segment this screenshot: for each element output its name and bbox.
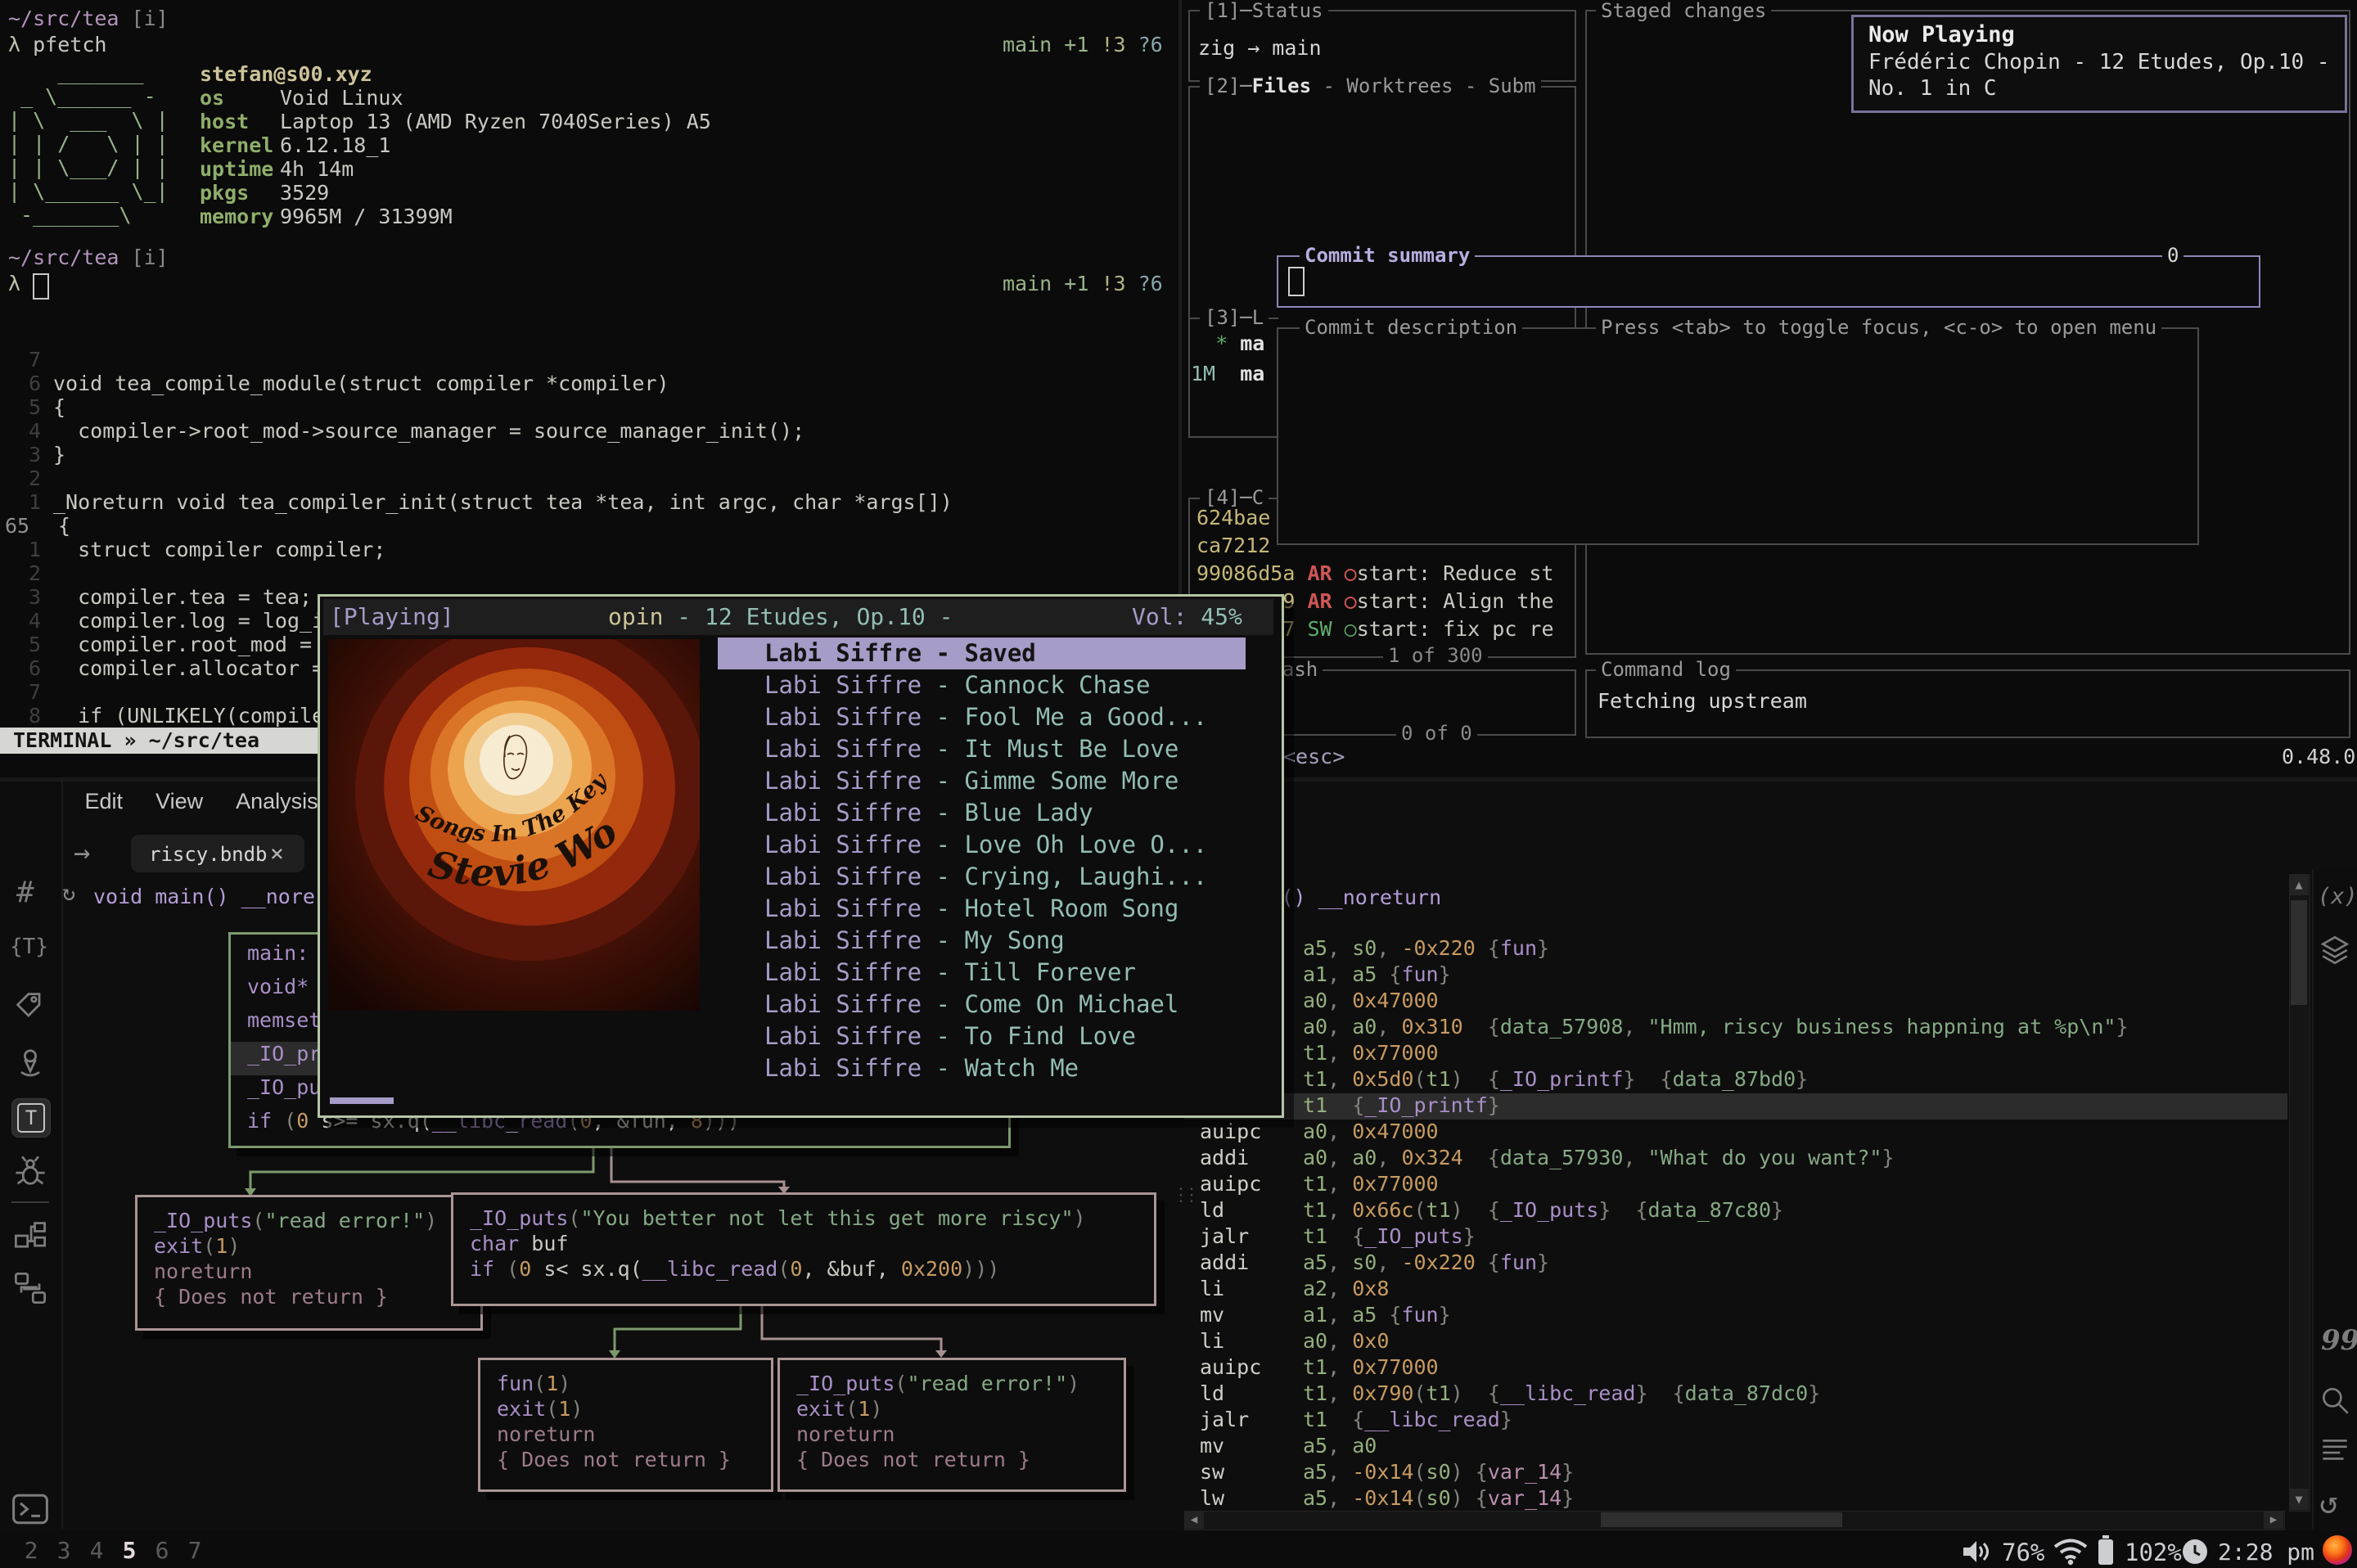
notification-line1: Frédéric Chopin - 12 Etudes, Op.10 -: [1868, 50, 2330, 74]
playlist-track[interactable]: Labi Siffre - Blue Lady: [711, 797, 1261, 829]
workspace-6[interactable]: 6: [146, 1537, 178, 1564]
music-player-window[interactable]: [Playing] opin - 12 Etudes, Op.10 - Vol:…: [318, 594, 1284, 1118]
workspace-switcher[interactable]: 234567: [15, 1537, 211, 1564]
graph-node-line: noreturn: [796, 1422, 1124, 1448]
commit-summary-cursor: [1288, 267, 1305, 296]
album-art: Songs In The Key of Life Stevie Wonder: [328, 639, 700, 1011]
graph-node-fun-exit[interactable]: fun(1)exit(1)noreturn{ Does not return }: [478, 1358, 773, 1492]
workspace-7[interactable]: 7: [178, 1537, 211, 1564]
notification-line2: No. 1 in C: [1868, 76, 1997, 101]
playlist-track[interactable]: Labi Siffre - Till Forever: [711, 957, 1261, 989]
graph-node-line: { Does not return }: [497, 1448, 771, 1473]
graph-node-read-error-2[interactable]: _IO_puts("read error!")exit(1)noreturn{ …: [777, 1358, 1126, 1492]
playlist-track[interactable]: Labi Siffre - Hotel Room Song: [711, 893, 1261, 925]
tray-app-icon[interactable]: [2323, 1535, 2352, 1565]
clock-time: 2:28 pm: [2218, 1539, 2314, 1566]
commit-description-title: Commit description: [1300, 317, 1522, 338]
workspace-3[interactable]: 3: [47, 1537, 80, 1564]
graph-node-line: exit(1): [497, 1397, 771, 1422]
playlist-track[interactable]: Labi Siffre - Crying, Laughi...: [711, 861, 1261, 893]
playlist-track[interactable]: Labi Siffre - To Find Love: [711, 1021, 1261, 1052]
graph-node-line: noreturn: [497, 1422, 771, 1448]
graph-node-line: fun(1): [497, 1372, 771, 1397]
graph-node-line: char buf: [470, 1232, 1154, 1257]
workspace-2[interactable]: 2: [15, 1537, 47, 1564]
playlist-track[interactable]: Labi Siffre - Cannock Chase: [711, 669, 1261, 701]
commit-description-popup[interactable]: [1277, 327, 2199, 545]
graph-node-line: { Does not return }: [796, 1448, 1124, 1473]
commit-description-hint: Press <tab> to toggle focus, <c-o> to op…: [1596, 317, 2161, 338]
wifi-icon[interactable]: [2053, 1538, 2089, 1568]
graph-node-line: _IO_puts("read error!"): [154, 1209, 480, 1234]
player-volume[interactable]: Vol: 45%: [1132, 603, 1242, 630]
player-progress-bar[interactable]: [330, 1097, 394, 1104]
playlist-track[interactable]: Labi Siffre - Come On Michael: [711, 989, 1261, 1021]
graph-node-line: noreturn: [154, 1259, 480, 1285]
volume-level: 76%: [2002, 1539, 2044, 1566]
workspace-5[interactable]: 5: [113, 1537, 146, 1564]
now-playing-notification[interactable]: Now Playing Frédéric Chopin - 12 Etudes,…: [1851, 15, 2347, 113]
commit-summary-char-count: 0: [2162, 245, 2183, 266]
playlist-track[interactable]: Labi Siffre - Saved: [718, 638, 1246, 669]
workspace-4[interactable]: 4: [80, 1537, 113, 1564]
clock-icon: [2182, 1539, 2208, 1568]
graph-node-read-error-1[interactable]: _IO_puts("read error!")exit(1)noreturn{ …: [135, 1195, 483, 1331]
playlist-track[interactable]: Labi Siffre - Watch Me: [711, 1052, 1261, 1084]
graph-node-line: exit(1): [796, 1397, 1124, 1422]
notification-title: Now Playing: [1868, 22, 2015, 47]
battery-icon[interactable]: [2097, 1535, 2115, 1568]
graph-node-riscy[interactable]: _IO_puts("You better not let this get mo…: [451, 1192, 1156, 1306]
graph-node-line: exit(1): [154, 1234, 480, 1259]
playlist-track[interactable]: Labi Siffre - Gimme Some More: [711, 765, 1261, 797]
graph-node-line: _IO_puts("You better not let this get mo…: [470, 1206, 1154, 1232]
playlist-track[interactable]: Labi Siffre - My Song: [711, 925, 1261, 957]
graph-node-line: _IO_puts("read error!"): [796, 1372, 1124, 1397]
commit-summary-title: Commit summary: [1300, 245, 1475, 266]
volume-icon[interactable]: [1961, 1539, 1992, 1567]
playlist-track[interactable]: Labi Siffre - It Must Be Love: [711, 733, 1261, 765]
playlist[interactable]: Labi Siffre - SavedLabi Siffre - Cannock…: [711, 638, 1261, 1084]
desktop: ~/src/tea [i] λ pfetch main +1 !3 ?6 ___…: [0, 0, 2357, 1568]
battery-level: 102%: [2125, 1539, 2182, 1566]
playlist-track[interactable]: Labi Siffre - Fool Me a Good...: [711, 701, 1261, 733]
player-state: [Playing]: [330, 603, 454, 630]
playlist-track[interactable]: Labi Siffre - Love Oh Love O...: [711, 829, 1261, 861]
player-track-title: opin - 12 Etudes, Op.10 -: [608, 603, 953, 630]
graph-node-line: { Does not return }: [154, 1285, 480, 1310]
graph-node-line: if (0 s< sx.q(__libc_read(0, &buf, 0x200…: [470, 1257, 1154, 1282]
